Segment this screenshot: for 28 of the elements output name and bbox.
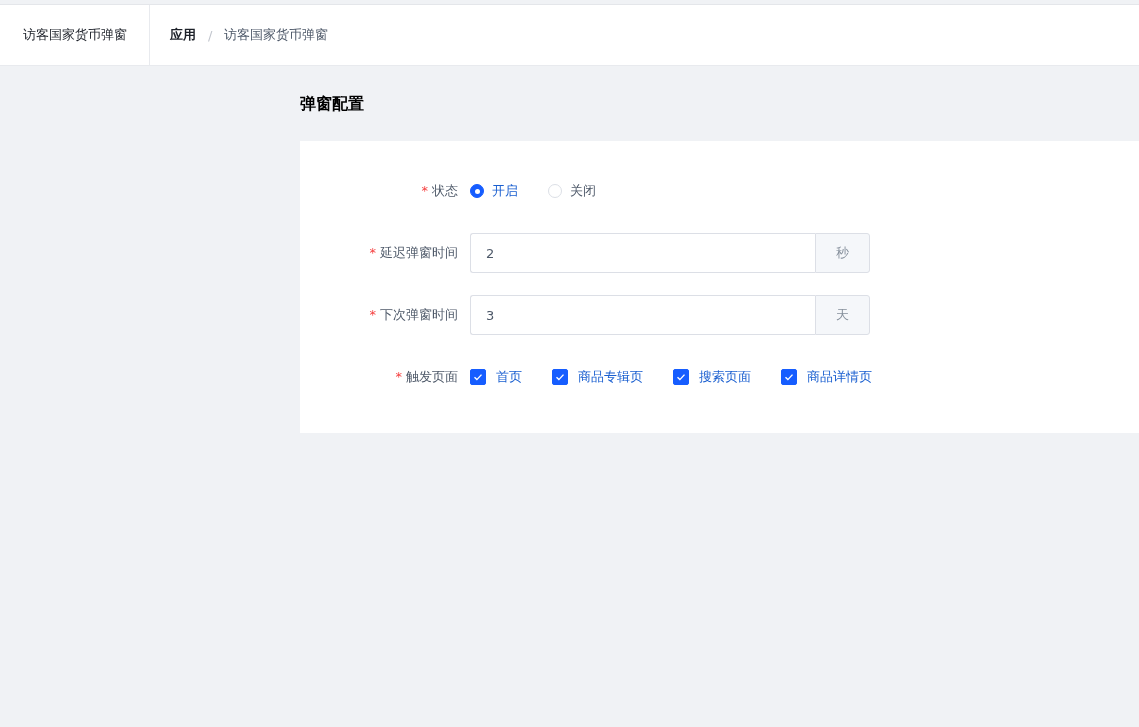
radio-label[interactable]: 开启: [492, 182, 518, 200]
checkbox-label[interactable]: 搜索页面: [699, 368, 751, 386]
required-mark: *: [369, 307, 376, 322]
radio-button[interactable]: [470, 184, 484, 198]
required-mark: *: [395, 369, 402, 384]
required-mark: *: [421, 183, 428, 198]
unit-suffix: 秒: [815, 233, 870, 273]
checkbox-label[interactable]: 商品详情页: [807, 368, 872, 386]
checkbox-label[interactable]: 首页: [496, 368, 522, 386]
section-title: 弹窗配置: [300, 93, 365, 115]
field-label: 延迟弹窗时间: [380, 245, 458, 260]
checkbox[interactable]: [781, 369, 797, 385]
field-label: 触发页面: [406, 369, 458, 384]
field-label: 下次弹窗时间: [380, 307, 458, 322]
checkbox[interactable]: [552, 369, 568, 385]
breadcrumb-item[interactable]: 应用: [170, 26, 196, 44]
radio-label[interactable]: 关闭: [570, 182, 596, 200]
required-mark: *: [369, 245, 376, 260]
field-label: 状态: [432, 183, 458, 198]
checkbox[interactable]: [673, 369, 689, 385]
breadcrumb-item: 访客国家货币弹窗: [224, 26, 329, 44]
breadcrumb-separator: /: [208, 27, 213, 43]
input-field[interactable]: 3: [470, 295, 815, 335]
app-title: 访客国家货币弹窗: [0, 5, 150, 65]
input-field[interactable]: 2: [470, 233, 815, 273]
checkbox-label[interactable]: 商品专辑页: [578, 368, 643, 386]
unit-suffix: 天: [815, 295, 870, 335]
checkbox[interactable]: [470, 369, 486, 385]
